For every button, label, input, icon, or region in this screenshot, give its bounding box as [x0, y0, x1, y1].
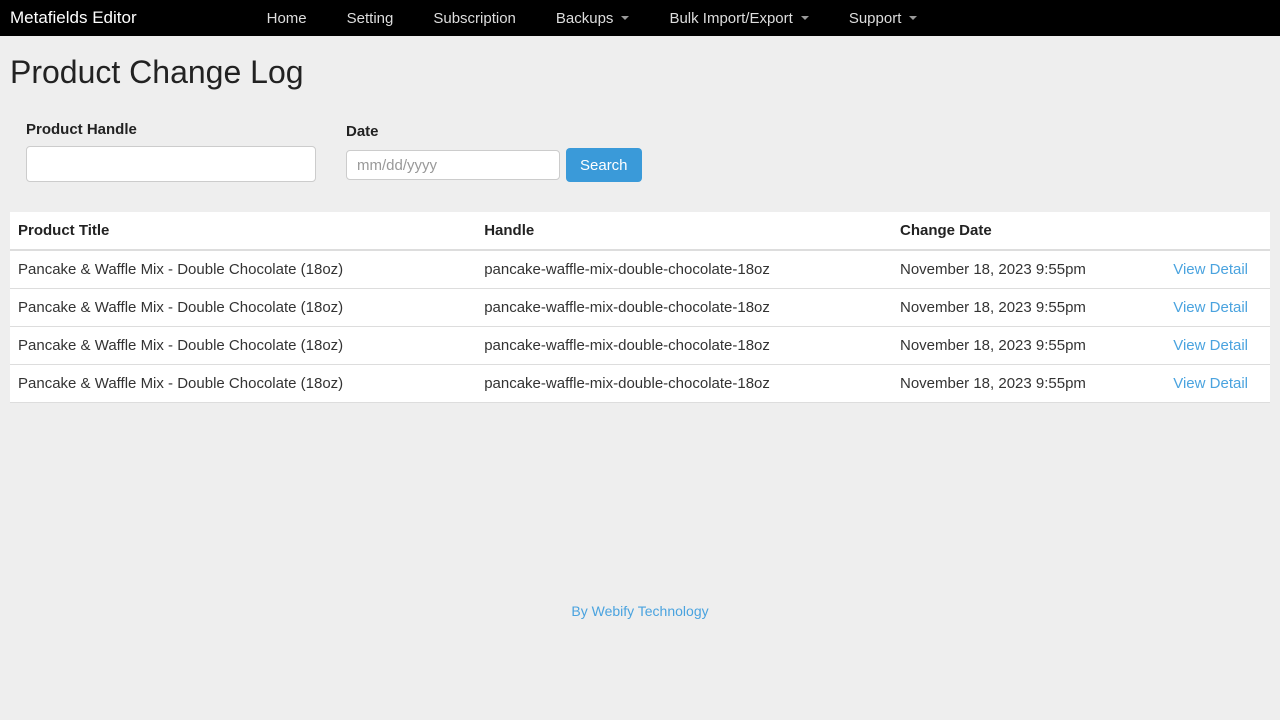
filter-row: Product Handle Date Search — [0, 103, 1280, 212]
table-header-row: Product Title Handle Change Date — [10, 212, 1270, 250]
cell-date: November 18, 2023 9:55pm — [892, 289, 1140, 327]
page-title: Product Change Log — [0, 36, 1280, 103]
nav-item-label: Bulk Import/Export — [669, 10, 792, 27]
chevron-down-icon — [909, 16, 917, 20]
nav-item-subscription[interactable]: Subscription — [413, 2, 536, 35]
cell-title: Pancake & Waffle Mix - Double Chocolate … — [10, 365, 476, 403]
search-button[interactable]: Search — [566, 148, 642, 182]
table-row: Pancake & Waffle Mix - Double Chocolate … — [10, 365, 1270, 403]
change-log-table: Product Title Handle Change Date Pancake… — [10, 212, 1270, 403]
cell-handle: pancake-waffle-mix-double-chocolate-18oz — [476, 365, 892, 403]
cell-date: November 18, 2023 9:55pm — [892, 250, 1140, 289]
product-handle-label: Product Handle — [26, 121, 316, 138]
nav-item-label: Subscription — [433, 10, 516, 27]
cell-action: View Detail — [1140, 250, 1270, 289]
nav-item-label: Home — [267, 10, 307, 27]
cell-action: View Detail — [1140, 365, 1270, 403]
cell-handle: pancake-waffle-mix-double-chocolate-18oz — [476, 289, 892, 327]
chevron-down-icon — [621, 16, 629, 20]
filter-date: Date Search — [346, 123, 642, 182]
nav-items: Home Setting Subscription Backups Bulk Impor… — [247, 2, 938, 35]
cell-title: Pancake & Waffle Mix - Double Chocolate … — [10, 289, 476, 327]
nav-item-label: Setting — [347, 10, 394, 27]
cell-action: View Detail — [1140, 327, 1270, 365]
product-handle-input[interactable] — [26, 146, 316, 182]
cell-date: November 18, 2023 9:55pm — [892, 365, 1140, 403]
nav-item-backups[interactable]: Backups — [536, 2, 650, 35]
nav-item-label: Support — [849, 10, 902, 27]
cell-action: View Detail — [1140, 289, 1270, 327]
navbar: Metafields Editor Home Setting Subscriptio… — [0, 0, 1280, 36]
table-row: Pancake & Waffle Mix - Double Chocolate … — [10, 327, 1270, 365]
view-detail-link[interactable]: View Detail — [1173, 261, 1248, 278]
view-detail-link[interactable]: View Detail — [1173, 299, 1248, 316]
footer-link[interactable]: By Webify Technology — [571, 603, 708, 619]
nav-item-setting[interactable]: Setting — [327, 2, 414, 35]
date-label: Date — [346, 123, 642, 140]
col-change-date: Change Date — [892, 212, 1140, 250]
chevron-down-icon — [801, 16, 809, 20]
col-handle: Handle — [476, 212, 892, 250]
table-row: Pancake & Waffle Mix - Double Chocolate … — [10, 250, 1270, 289]
date-input[interactable] — [346, 150, 560, 180]
col-product-title: Product Title — [10, 212, 476, 250]
brand[interactable]: Metafields Editor — [10, 8, 147, 28]
nav-item-label: Backups — [556, 10, 614, 27]
filter-product-handle: Product Handle — [26, 121, 316, 182]
nav-item-home[interactable]: Home — [247, 2, 327, 35]
table-row: Pancake & Waffle Mix - Double Chocolate … — [10, 289, 1270, 327]
cell-date: November 18, 2023 9:55pm — [892, 327, 1140, 365]
cell-title: Pancake & Waffle Mix - Double Chocolate … — [10, 250, 476, 289]
view-detail-link[interactable]: View Detail — [1173, 375, 1248, 392]
footer: By Webify Technology — [0, 403, 1280, 640]
col-action — [1140, 212, 1270, 250]
cell-handle: pancake-waffle-mix-double-chocolate-18oz — [476, 250, 892, 289]
cell-handle: pancake-waffle-mix-double-chocolate-18oz — [476, 327, 892, 365]
cell-title: Pancake & Waffle Mix - Double Chocolate … — [10, 327, 476, 365]
nav-item-bulk-import-export[interactable]: Bulk Import/Export — [649, 2, 828, 35]
view-detail-link[interactable]: View Detail — [1173, 337, 1248, 354]
nav-item-support[interactable]: Support — [829, 2, 938, 35]
